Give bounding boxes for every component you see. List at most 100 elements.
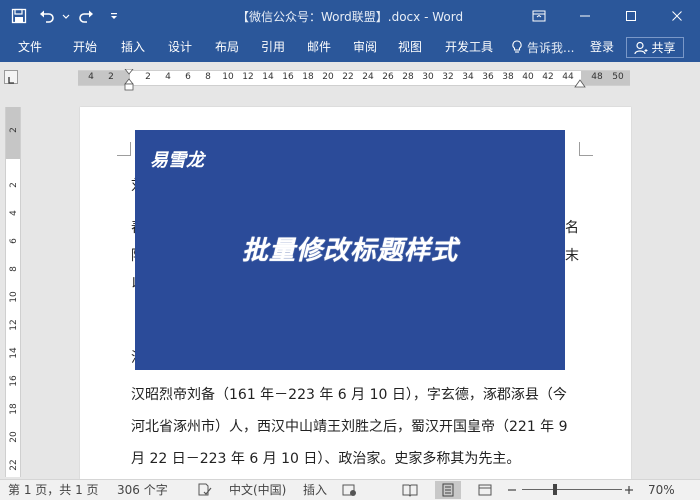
ruler-number: 26 [382, 72, 394, 82]
tab-review[interactable]: 审阅 [342, 32, 388, 62]
ruler-number: 12 [9, 319, 19, 331]
save-button[interactable] [0, 0, 34, 32]
zoom-slider-thumb[interactable] [553, 484, 558, 495]
ruler-number: 48 [591, 72, 603, 82]
ruler-number: 32 [442, 72, 454, 82]
tab-view[interactable]: 视图 [387, 32, 433, 62]
indent-marker[interactable] [124, 69, 134, 93]
lightbulb-icon [512, 40, 522, 53]
ruler-number: 16 [9, 375, 19, 387]
macro-icon [342, 484, 356, 496]
tab-layout[interactable]: 布局 [204, 32, 250, 62]
sign-in-link[interactable]: 登录 [590, 32, 614, 62]
ruler-number: 38 [502, 72, 514, 82]
ruler-number: 4 [88, 72, 94, 82]
tab-developer[interactable]: 开发工具 [438, 32, 500, 62]
ruler-number: 2 [9, 127, 19, 133]
crop-mark-top-left [117, 142, 131, 156]
ribbon-tabs: 文件 开始 插入 设计 布局 引用 邮件 审阅 视图 开发工具 告诉我... 登… [0, 32, 700, 62]
title-banner-image: 易雪龙 批量修改标题样式 [135, 130, 565, 370]
undo-icon [40, 10, 54, 23]
redo-button[interactable] [72, 0, 100, 32]
title-bar: 【微信公众号：Word联盟】.docx - Word [0, 0, 700, 32]
ruler-number: 2 [108, 72, 114, 82]
crop-mark-top-right [579, 142, 593, 156]
ruler-number: 16 [282, 72, 294, 82]
ruler-number: 36 [482, 72, 494, 82]
customize-icon [111, 13, 117, 19]
web-layout-button[interactable] [472, 481, 498, 499]
ruler-number: 12 [242, 72, 254, 82]
ruler-number: 10 [222, 72, 234, 82]
maximize-icon [626, 11, 636, 21]
tab-mailings[interactable]: 邮件 [296, 32, 342, 62]
chevron-down-icon [62, 14, 70, 19]
macro-record-button[interactable] [342, 480, 358, 500]
ruler-number: 18 [302, 72, 314, 82]
paragraph-line: 河北省涿州市）人，西汉中山靖王刘胜之后，蜀汉开国皇帝（221 年 9 [131, 419, 568, 435]
print-layout-button[interactable] [435, 481, 461, 499]
horizontal-ruler[interactable]: 4 2 2 4 6 8 10 12 14 16 18 20 22 24 26 2… [78, 69, 630, 91]
ruler-number: 22 [9, 459, 19, 471]
page-count[interactable]: 第 1 页，共 1 页 [8, 480, 99, 500]
window-title: 【微信公众号：Word联盟】.docx - Word [236, 10, 464, 24]
ruler-left-margin [78, 71, 130, 85]
ruler-number: 6 [9, 238, 19, 244]
ruler-number: 4 [9, 210, 19, 216]
insert-mode[interactable]: 插入 [303, 480, 327, 500]
zoom-slider[interactable] [522, 489, 622, 490]
paragraph-line: 月 22 日－223 年 6 月 10 日）、政治家。史家多称其为先主。 [131, 451, 521, 467]
tell-me-search[interactable]: 告诉我... [511, 32, 574, 62]
text-fragment: 末 [565, 248, 579, 264]
left-tab-icon [8, 77, 14, 84]
undo-button[interactable] [34, 0, 60, 32]
ruler-number: 2 [145, 72, 151, 82]
proofing-button[interactable] [197, 480, 213, 500]
tab-home[interactable]: 开始 [62, 32, 108, 62]
ruler-number: 8 [205, 72, 211, 82]
tab-insert[interactable]: 插入 [110, 32, 156, 62]
tab-file[interactable]: 文件 [8, 32, 52, 62]
right-indent-marker[interactable] [574, 79, 586, 89]
print-layout-icon [442, 483, 454, 497]
zoom-in-button[interactable] [624, 480, 634, 500]
zoom-out-button[interactable] [507, 480, 517, 500]
close-icon [672, 11, 682, 21]
ruler-number: 18 [9, 403, 19, 415]
status-bar: 第 1 页，共 1 页 306 个字 中文(中国) 插入 70% [0, 479, 700, 500]
ruler-number: 10 [9, 291, 19, 303]
share-button[interactable]: 共享 [626, 37, 684, 58]
minimize-icon [580, 15, 590, 17]
language-indicator[interactable]: 中文(中国) [229, 480, 286, 500]
ruler-number: 14 [262, 72, 274, 82]
minimize-button[interactable] [562, 0, 608, 32]
close-button[interactable] [654, 0, 700, 32]
customize-toolbar-button[interactable] [100, 0, 128, 32]
save-icon [11, 8, 27, 24]
ruler-number: 22 [342, 72, 354, 82]
ruler-number: 14 [9, 347, 19, 359]
plus-icon [625, 486, 633, 494]
ruler-number: 40 [522, 72, 534, 82]
ruler-number: 6 [185, 72, 191, 82]
ruler-number: 8 [9, 266, 19, 272]
ruler-number: 44 [562, 72, 574, 82]
ruler-number: 34 [462, 72, 474, 82]
vertical-ruler[interactable]: 2 2 4 6 8 10 12 14 16 18 20 22 [5, 107, 21, 477]
quick-access-toolbar [0, 0, 128, 32]
tell-me-label: 告诉我... [527, 40, 575, 55]
proofing-icon [198, 483, 212, 496]
ruler-number: 2 [9, 182, 19, 188]
tab-design[interactable]: 设计 [157, 32, 203, 62]
paragraph-line: 汉昭烈帝刘备（161 年－223 年 6 月 10 日），字玄德，涿郡涿县（今 [131, 387, 567, 403]
tab-selector[interactable] [4, 70, 18, 84]
ribbon-display-options-button[interactable] [516, 0, 562, 32]
zoom-level[interactable]: 70% [648, 480, 675, 500]
window-controls [516, 0, 700, 32]
ruler-number: 28 [402, 72, 414, 82]
word-count[interactable]: 306 个字 [117, 480, 168, 500]
tab-references[interactable]: 引用 [250, 32, 296, 62]
maximize-button[interactable] [608, 0, 654, 32]
read-mode-button[interactable] [397, 481, 423, 499]
undo-dropdown-button[interactable] [60, 0, 72, 32]
